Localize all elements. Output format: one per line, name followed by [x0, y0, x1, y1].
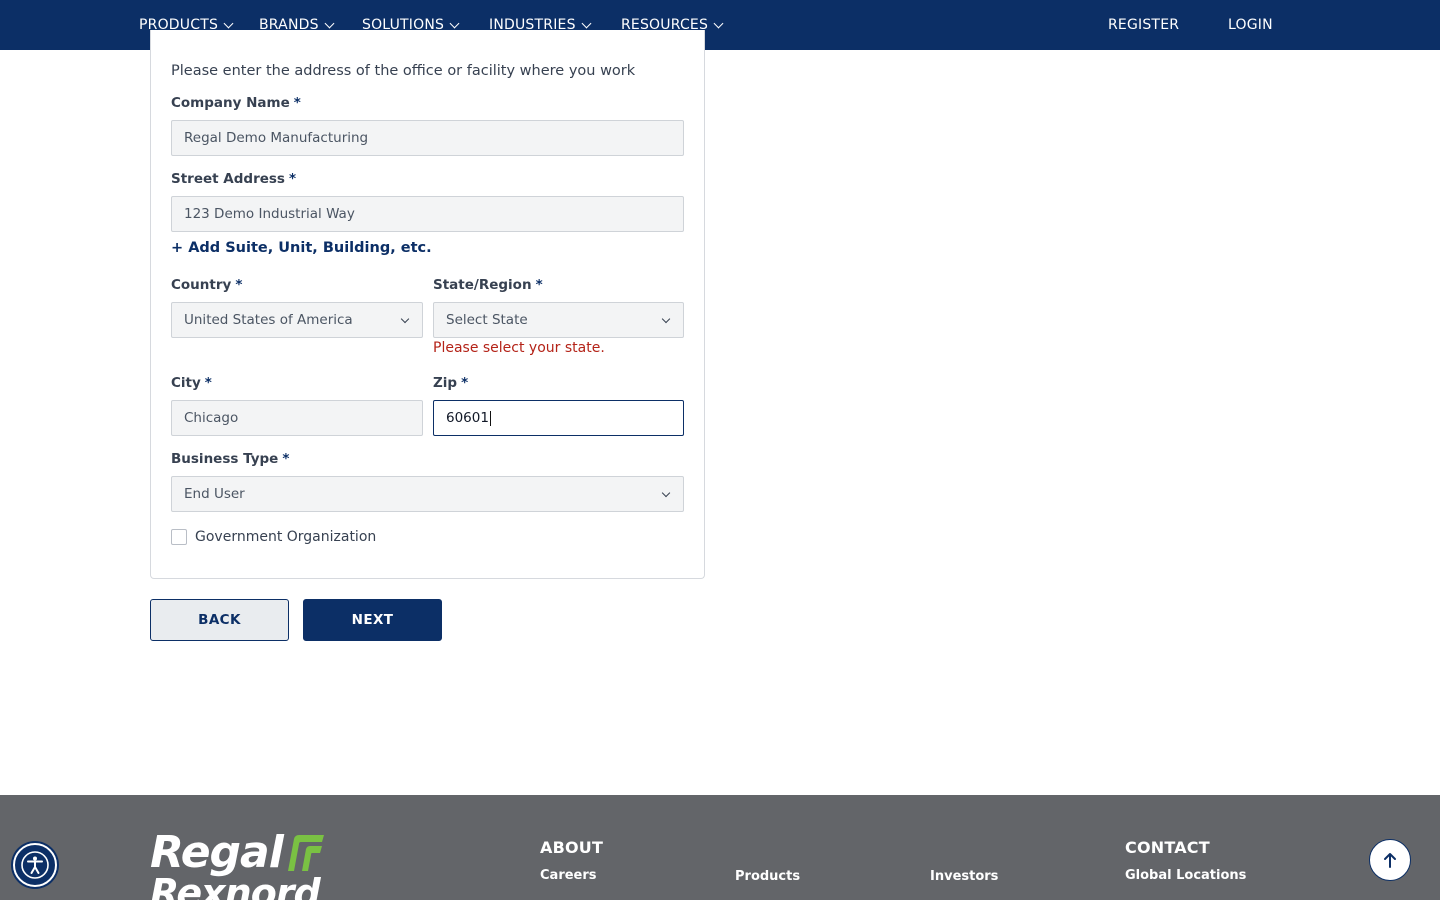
footer-careers-link[interactable]: Careers: [540, 868, 597, 883]
zip-label: Zip *: [433, 375, 468, 391]
country-value: United States of America: [184, 312, 353, 328]
chevron-down-icon: [324, 18, 335, 28]
business-type-select[interactable]: End User: [171, 476, 684, 512]
state-value: Select State: [446, 312, 528, 328]
company-name-label-text: Company Name: [171, 95, 290, 111]
footer-about-heading: ABOUT: [540, 838, 604, 857]
site-footer: Regal Rexnord ABOUT Careers Products Inv…: [0, 795, 1440, 900]
arrow-up-icon: [1384, 853, 1396, 868]
next-button[interactable]: NEXT: [303, 599, 442, 641]
logo-mark-icon: [288, 835, 324, 871]
government-organization-checkbox[interactable]: [171, 529, 187, 545]
company-name-value: Regal Demo Manufacturing: [184, 130, 369, 146]
accessibility-button[interactable]: [13, 843, 57, 887]
zip-label-text: Zip: [433, 375, 458, 391]
regal-rexnord-logo[interactable]: Regal Rexnord: [150, 831, 330, 900]
business-type-label-text: Business Type: [171, 451, 279, 467]
footer-global-locations-link[interactable]: Global Locations: [1125, 868, 1246, 883]
government-organization-label: Government Organization: [195, 529, 377, 545]
company-name-label: Company Name *: [171, 95, 301, 111]
footer-products-link[interactable]: Products: [735, 869, 800, 884]
logo-text-rexnord: Rexnord: [150, 871, 321, 900]
required-mark: *: [288, 171, 297, 187]
business-type-value: End User: [184, 486, 245, 502]
form-intro-text: Please enter the address of the office o…: [171, 63, 636, 79]
register-link[interactable]: REGISTER: [1108, 0, 1179, 50]
logo-text-regal: Regal: [150, 827, 284, 878]
required-mark: *: [282, 451, 290, 467]
scroll-to-top-button[interactable]: [1369, 839, 1411, 881]
required-mark: *: [235, 277, 243, 293]
required-mark: *: [204, 375, 212, 391]
street-address-value: 123 Demo Industrial Way: [184, 206, 355, 222]
chevron-down-icon: [661, 488, 671, 498]
state-label: State/Region *: [433, 277, 543, 293]
chevron-down-icon: [713, 18, 724, 28]
city-label-text: City: [171, 375, 201, 391]
back-button[interactable]: BACK: [150, 599, 289, 641]
required-mark: *: [461, 375, 469, 391]
chevron-down-icon: [400, 314, 410, 324]
chevron-down-icon: [449, 18, 460, 28]
street-address-label-text: Street Address: [171, 171, 285, 187]
required-mark: *: [535, 277, 543, 293]
country-label: Country *: [171, 277, 242, 293]
city-label: City *: [171, 375, 212, 391]
accessibility-icon: [21, 851, 49, 879]
add-suite-link[interactable]: + Add Suite, Unit, Building, etc.: [171, 240, 432, 256]
login-link[interactable]: LOGIN: [1228, 0, 1273, 50]
zip-value: 60601: [446, 410, 489, 426]
country-select[interactable]: United States of America: [171, 302, 423, 338]
city-field[interactable]: Chicago: [171, 400, 423, 436]
chevron-down-icon: [661, 314, 671, 324]
city-value: Chicago: [184, 410, 239, 426]
footer-contact-heading: CONTACT: [1125, 838, 1210, 857]
footer-investors-link[interactable]: Investors: [930, 869, 998, 884]
street-address-field[interactable]: 123 Demo Industrial Way: [171, 196, 684, 232]
chevron-down-icon: [581, 18, 592, 28]
text-cursor: [489, 410, 491, 426]
required-mark: *: [293, 95, 301, 111]
country-label-text: Country: [171, 277, 232, 293]
zip-field[interactable]: 60601: [433, 400, 684, 436]
company-name-field[interactable]: Regal Demo Manufacturing: [171, 120, 684, 156]
government-organization-row[interactable]: Government Organization: [171, 529, 376, 545]
state-select[interactable]: Select State: [433, 302, 684, 338]
chevron-down-icon: [223, 18, 234, 28]
state-label-text: State/Region: [433, 277, 532, 293]
state-error-message: Please select your state.: [433, 340, 605, 356]
street-address-label: Street Address *: [171, 171, 296, 187]
business-type-label: Business Type *: [171, 451, 289, 467]
